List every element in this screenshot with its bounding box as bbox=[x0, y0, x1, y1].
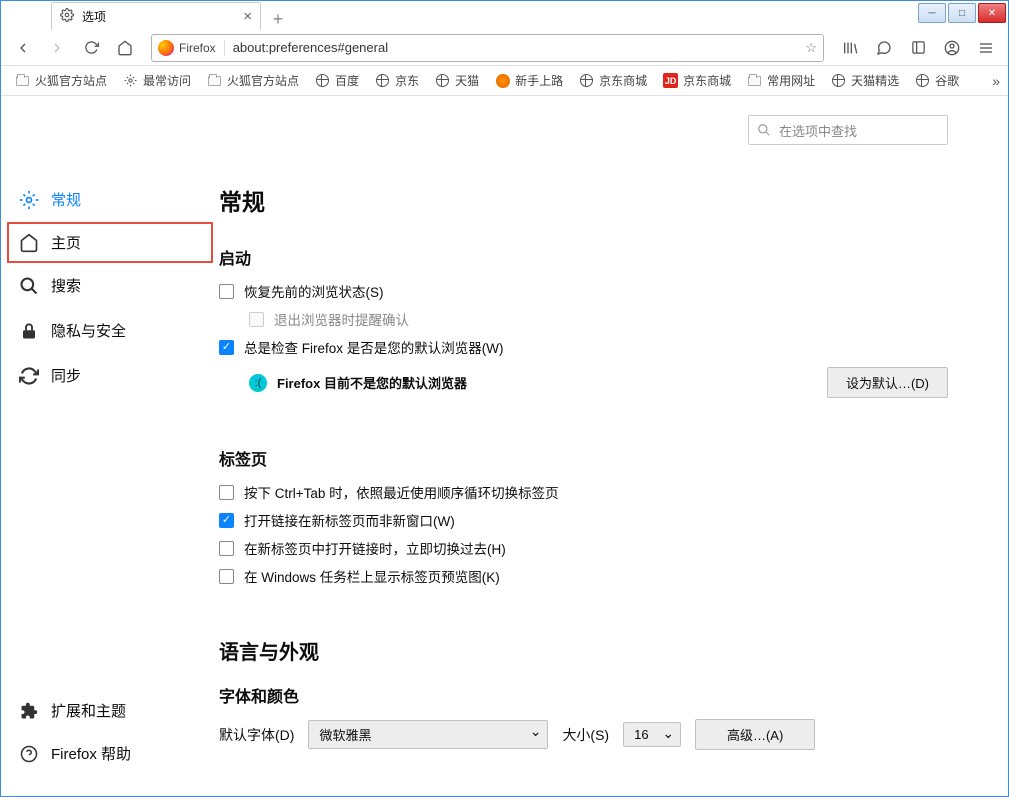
bookmark-item[interactable]: JD京东商城 bbox=[657, 70, 737, 91]
new-tab-button[interactable]: + bbox=[267, 8, 289, 30]
sidebar-item-extensions[interactable]: 扩展和主题 bbox=[1, 690, 219, 731]
checkbox-ctrl-tab[interactable]: 按下 Ctrl+Tab 时，依照最近使用顺序循环切换标签页 bbox=[219, 482, 948, 502]
sidebar-item-general[interactable]: 常规 bbox=[1, 179, 219, 220]
default-font-label: 默认字体(D) bbox=[219, 725, 294, 745]
checkbox-warn-quit: 退出浏览器时提醒确认 bbox=[249, 309, 948, 329]
sidebar-item-sync[interactable]: 同步 bbox=[1, 355, 219, 396]
preferences-content: 常规 主页 搜索 隐私与安全 同步 扩展和主题 Firefox 帮助 bbox=[1, 97, 1008, 796]
sidebar-item-home[interactable]: 主页 bbox=[7, 222, 213, 263]
nav-toolbar: Firefox ☆ bbox=[1, 30, 1008, 66]
bookmark-item[interactable]: 谷歌 bbox=[909, 70, 965, 91]
font-settings-row: 默认字体(D) 微软雅黑 大小(S) 16 高级…(A) bbox=[219, 719, 948, 750]
home-button[interactable] bbox=[111, 34, 139, 62]
puzzle-icon bbox=[19, 701, 39, 721]
reload-button[interactable] bbox=[77, 34, 105, 62]
browser-tab[interactable]: 选项 × bbox=[51, 2, 261, 30]
forward-button[interactable] bbox=[43, 34, 71, 62]
lock-icon bbox=[19, 321, 39, 341]
sidebar-item-help[interactable]: Firefox 帮助 bbox=[1, 733, 219, 774]
font-select[interactable]: 微软雅黑 bbox=[308, 720, 548, 749]
section-language: 语言与外观 bbox=[219, 636, 948, 665]
search-icon bbox=[757, 123, 771, 137]
bookmark-item[interactable]: 火狐官方站点 bbox=[201, 70, 305, 91]
titlebar: 选项 × + ─ □ ✕ bbox=[1, 1, 1008, 30]
advanced-fonts-button[interactable]: 高级…(A) bbox=[695, 719, 815, 750]
gear-icon bbox=[123, 73, 138, 88]
section-fonts: 字体和颜色 bbox=[219, 683, 948, 707]
bookmark-item[interactable]: 天猫精选 bbox=[825, 70, 905, 91]
tab-title: 选项 bbox=[82, 8, 106, 25]
minimize-button[interactable]: ─ bbox=[918, 3, 946, 23]
search-icon bbox=[19, 276, 39, 296]
preferences-search[interactable]: 在选项中查找 bbox=[748, 115, 948, 145]
font-size-label: 大小(S) bbox=[562, 725, 609, 745]
window-controls: ─ □ ✕ bbox=[918, 3, 1006, 23]
bookmark-item[interactable]: 最常访问 bbox=[117, 70, 197, 91]
set-default-button[interactable]: 设为默认…(D) bbox=[827, 367, 948, 398]
help-icon bbox=[19, 744, 39, 764]
chat-icon[interactable] bbox=[870, 34, 898, 62]
bookmarks-bar: 火狐官方站点 最常访问 火狐官方站点 百度 京东 天猫 新手上路 京东商城 JD… bbox=[1, 66, 1008, 96]
firefox-icon bbox=[158, 40, 174, 56]
bookmark-item[interactable]: 火狐官方站点 bbox=[9, 70, 113, 91]
sad-face-icon: :( bbox=[249, 374, 267, 392]
identity-box[interactable]: Firefox bbox=[158, 40, 225, 56]
section-startup: 启动 bbox=[219, 245, 948, 269]
home-icon bbox=[19, 233, 39, 253]
section-tabs: 标签页 bbox=[219, 446, 948, 470]
close-window-button[interactable]: ✕ bbox=[978, 3, 1006, 23]
main-panel: 在选项中查找 常规 启动 恢复先前的浏览状态(S) 退出浏览器时提醒确认 总是检… bbox=[219, 97, 1008, 796]
sidebar-icon[interactable] bbox=[904, 34, 932, 62]
checkbox-switch-immediately[interactable]: 在新标签页中打开链接时，立即切换过去(H) bbox=[219, 538, 948, 558]
menu-icon[interactable] bbox=[972, 34, 1000, 62]
url-bar[interactable]: Firefox ☆ bbox=[151, 34, 824, 62]
page-title: 常规 bbox=[219, 183, 948, 217]
bookmark-item[interactable]: 天猫 bbox=[429, 70, 485, 91]
close-icon[interactable]: × bbox=[243, 8, 252, 25]
default-browser-status: :( Firefox 目前不是您的默认浏览器 设为默认…(D) bbox=[249, 367, 948, 398]
back-button[interactable] bbox=[9, 34, 37, 62]
gear-icon bbox=[60, 8, 74, 25]
sidebar-item-search[interactable]: 搜索 bbox=[1, 265, 219, 306]
bookmark-item[interactable]: 新手上路 bbox=[489, 70, 569, 91]
sidebar: 常规 主页 搜索 隐私与安全 同步 扩展和主题 Firefox 帮助 bbox=[1, 97, 219, 796]
star-icon[interactable]: ☆ bbox=[805, 40, 817, 56]
bookmarks-overflow-icon[interactable]: » bbox=[992, 73, 1000, 89]
bookmark-item[interactable]: 常用网址 bbox=[741, 70, 821, 91]
bookmark-item[interactable]: 京东商城 bbox=[573, 70, 653, 91]
account-icon[interactable] bbox=[938, 34, 966, 62]
url-input[interactable] bbox=[233, 40, 806, 55]
bookmark-item[interactable]: 京东 bbox=[369, 70, 425, 91]
checkbox-check-default[interactable]: 总是检查 Firefox 是否是您的默认浏览器(W) bbox=[219, 337, 948, 357]
checkbox-taskbar-preview[interactable]: 在 Windows 任务栏上显示标签页预览图(K) bbox=[219, 566, 948, 586]
library-icon[interactable] bbox=[836, 34, 864, 62]
bookmark-item[interactable]: 百度 bbox=[309, 70, 365, 91]
sidebar-item-privacy[interactable]: 隐私与安全 bbox=[1, 310, 219, 351]
checkbox-open-new-tab[interactable]: 打开链接在新标签页而非新窗口(W) bbox=[219, 510, 948, 530]
sync-icon bbox=[19, 366, 39, 386]
checkbox-restore-session[interactable]: 恢复先前的浏览状态(S) bbox=[219, 281, 948, 301]
maximize-button[interactable]: □ bbox=[948, 3, 976, 23]
gear-icon bbox=[19, 190, 39, 210]
font-size-select[interactable]: 16 bbox=[623, 722, 681, 747]
